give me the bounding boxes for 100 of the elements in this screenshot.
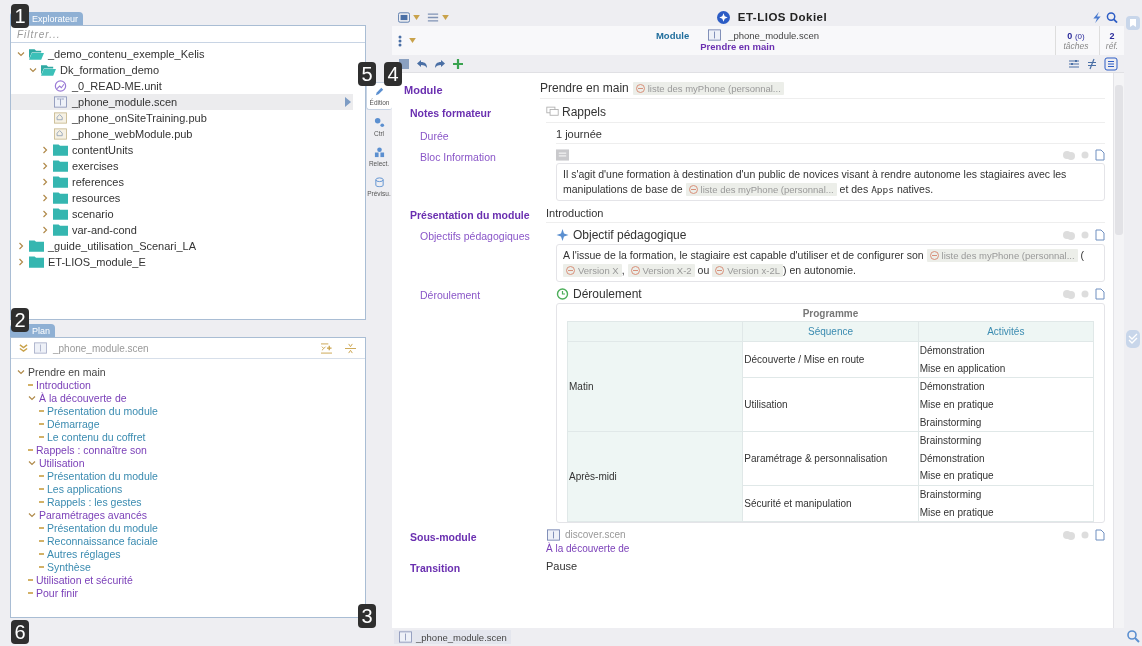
chevron-icon[interactable] (41, 178, 49, 186)
outline-item[interactable]: Rappels : connaître son (11, 443, 365, 456)
dash-icon (28, 578, 33, 581)
outline-item[interactable]: Utilisation et sécurité (11, 573, 365, 586)
tasks-counter[interactable]: 0 (0) tâches (1055, 26, 1096, 55)
outline-item[interactable]: Présentation du module (11, 404, 365, 417)
sliders-icon[interactable] (1068, 57, 1080, 70)
folder-icon (53, 208, 68, 220)
outline-item[interactable]: Rappels : les gestes (11, 495, 365, 508)
vertical-dots-icon[interactable] (398, 34, 402, 47)
chevron-icon[interactable] (17, 242, 25, 250)
dash-icon (28, 591, 33, 594)
block-actions-drawing[interactable] (1063, 528, 1105, 541)
search-icon[interactable] (1106, 11, 1118, 23)
tree-item[interactable]: _0_READ-ME.unit (11, 78, 353, 94)
scrollbar[interactable] (1113, 73, 1124, 628)
outline-item[interactable]: Autres réglages (11, 547, 365, 560)
table-cell: Brainstorming (918, 431, 1094, 450)
table-cell: Sécurité et manipulation (742, 485, 919, 522)
tree-item[interactable]: var-and-cond (11, 222, 353, 238)
tree-item[interactable]: _phone_webModule.pub (11, 126, 353, 142)
chevron-icon[interactable] (28, 393, 36, 402)
tree-item[interactable]: Dk_formation_demo (11, 62, 353, 78)
bookmark-icon[interactable] (1126, 16, 1140, 30)
chevron-icon[interactable] (17, 50, 25, 58)
outline-item[interactable]: Les applications (11, 482, 365, 495)
tree-item[interactable]: _guide_utilisation_Scenari_LA (11, 238, 353, 254)
outline-item[interactable]: À la découverte de (11, 391, 365, 404)
document-title: Prendre en main (700, 41, 775, 52)
caret-icon[interactable] (409, 38, 416, 43)
sparkle-icon (556, 229, 569, 241)
outline-item[interactable]: Présentation du module (11, 469, 365, 482)
tree-item[interactable]: ET-LIOS_module_E (11, 254, 353, 270)
table-caption: Programme (801, 307, 860, 321)
chevron-icon[interactable] (17, 258, 25, 266)
add-icon[interactable] (452, 57, 464, 70)
list-view-icon[interactable] (1104, 56, 1118, 71)
field-label: Bloc Information (419, 150, 497, 163)
references-counter[interactable]: 2 réf. (1099, 26, 1124, 55)
folder-icon (53, 192, 68, 204)
dash-icon (28, 448, 33, 451)
caret-icon[interactable] (442, 14, 449, 20)
chevron-icon[interactable] (29, 66, 37, 74)
chevron-icon[interactable] (41, 210, 49, 218)
caret-icon[interactable] (413, 14, 420, 20)
block-actions-drawing[interactable] (1063, 149, 1105, 161)
window-icon[interactable] (398, 11, 410, 23)
double-check-icon[interactable] (1126, 330, 1140, 348)
outline-item[interactable]: Reconnaissance faciale (11, 534, 365, 547)
outline-item[interactable]: Introduction (11, 378, 365, 391)
expand-all-icon[interactable] (320, 342, 333, 354)
chevron-icon[interactable] (41, 194, 49, 202)
chevron-icon[interactable] (28, 458, 36, 467)
tree-item[interactable]: contentUnits (11, 142, 353, 158)
submodule-link[interactable]: À la découverte de (546, 542, 1105, 554)
tree-item[interactable]: exercises (11, 158, 353, 174)
outline-item[interactable]: Démarrage (11, 417, 365, 430)
lightning-icon[interactable] (1091, 11, 1103, 23)
field-label: Module (404, 83, 444, 96)
tree-item[interactable]: scenario (11, 206, 353, 222)
book-icon (707, 29, 723, 41)
table-cell: Démonstration (918, 341, 1094, 360)
chevron-icon[interactable] (41, 146, 49, 154)
undo-icon[interactable] (416, 57, 428, 70)
outline-item[interactable]: Utilisation (11, 456, 365, 469)
menu-icon[interactable] (427, 11, 439, 23)
field-label: Notes formateur (409, 106, 493, 119)
step-number-badge: 2 (11, 308, 29, 332)
redo-icon[interactable] (434, 57, 446, 70)
block-actions-drawing[interactable] (1063, 288, 1105, 300)
chevron-icon[interactable] (28, 510, 36, 519)
chevron-icon[interactable] (41, 162, 49, 170)
double-chevron-icon[interactable] (19, 343, 28, 353)
objective-paragraph: A l'issue de la formation, le stagiaire est capable d'utiliser et de configurer son liste des myPhone (personnal... ( Version X , Version X-2 ou Version x-2L ) en autonomie. (556, 244, 1105, 282)
block-actions-drawing[interactable] (1063, 229, 1105, 241)
tree-item[interactable]: _phone_onSiteTraining.pub (11, 110, 353, 126)
outline-item[interactable]: Synthèse (11, 560, 365, 573)
information-paragraph: Il s'agit d'une formation à destination d'un public de novices visant à rendre autonome les stagiaires avec les manipulations de base de liste des myPhone (personnal... et des Apps natives. (556, 163, 1105, 201)
block-title: Déroulement (573, 287, 642, 301)
outline-item[interactable]: Paramétrages avancés (11, 508, 365, 521)
tree-item[interactable]: references (11, 174, 353, 190)
outline-item[interactable]: Présentation du module (11, 521, 365, 534)
tree-item[interactable]: _demo_contenu_exemple_Kelis (11, 46, 353, 62)
collapse-all-icon[interactable] (344, 342, 357, 354)
dash-icon (39, 500, 44, 503)
stack-icon (373, 177, 385, 188)
dots-icon (373, 117, 385, 128)
play-arrow-icon[interactable] (345, 97, 351, 107)
tree-item[interactable]: resources (11, 190, 353, 206)
chevron-icon[interactable] (17, 367, 25, 376)
search-icon[interactable] (1126, 629, 1140, 643)
outline-item[interactable]: Pour finir (11, 586, 365, 599)
not-equal-icon[interactable] (1086, 57, 1098, 70)
dash-icon (39, 526, 44, 529)
document-tab[interactable]: _phone_module.scen (394, 630, 511, 644)
tree-item[interactable]: _phone_module.scen (11, 94, 353, 110)
chevron-icon[interactable] (41, 226, 49, 234)
transition-value: Pause (546, 559, 579, 572)
outline-item[interactable]: Prendre en main (11, 365, 365, 378)
outline-item[interactable]: Le contenu du coffret (11, 430, 365, 443)
